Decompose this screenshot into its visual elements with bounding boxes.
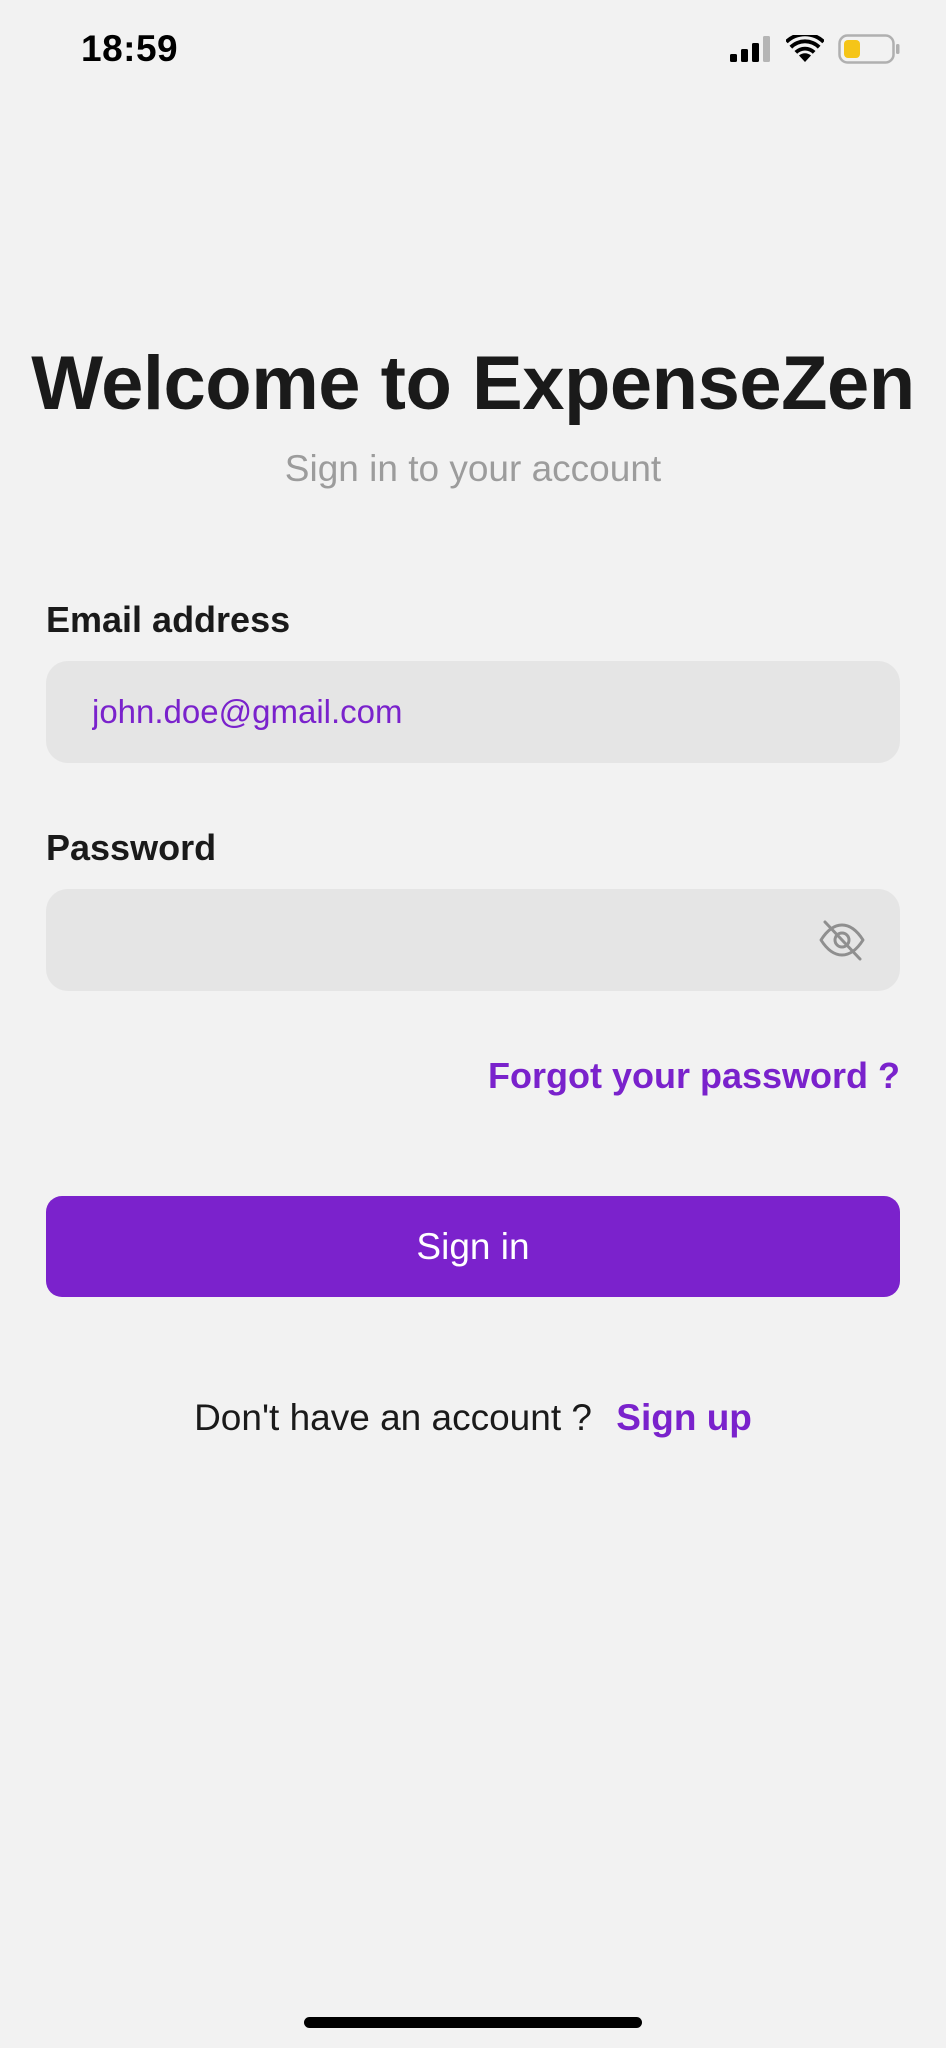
password-field-container [46,889,900,991]
wifi-icon [786,35,824,62]
battery-icon [838,34,900,64]
password-label: Password [46,827,217,868]
email-field-container [46,661,900,763]
email-label: Email address [46,599,291,640]
forgot-password-link[interactable]: Forgot your password ? [488,1053,900,1099]
status-bar: 18:59 [0,0,946,100]
signup-prompt: Don't have an account ? [194,1397,592,1438]
eye-off-icon[interactable] [816,914,868,966]
email-field[interactable] [92,661,832,763]
page-subtitle: Sign in to your account [284,448,662,489]
status-icons [730,34,900,64]
status-time: 18:59 [81,28,179,69]
page-title: Welcome to ExpenseZen [31,341,915,426]
home-indicator[interactable] [304,2017,642,2028]
sign-up-link[interactable]: Sign up [616,1397,752,1438]
sign-in-button[interactable]: Sign in [46,1196,900,1297]
password-field[interactable] [92,889,832,991]
cellular-signal-icon [730,36,770,62]
signup-row: Don't have an account ? Sign up [0,1395,946,1441]
